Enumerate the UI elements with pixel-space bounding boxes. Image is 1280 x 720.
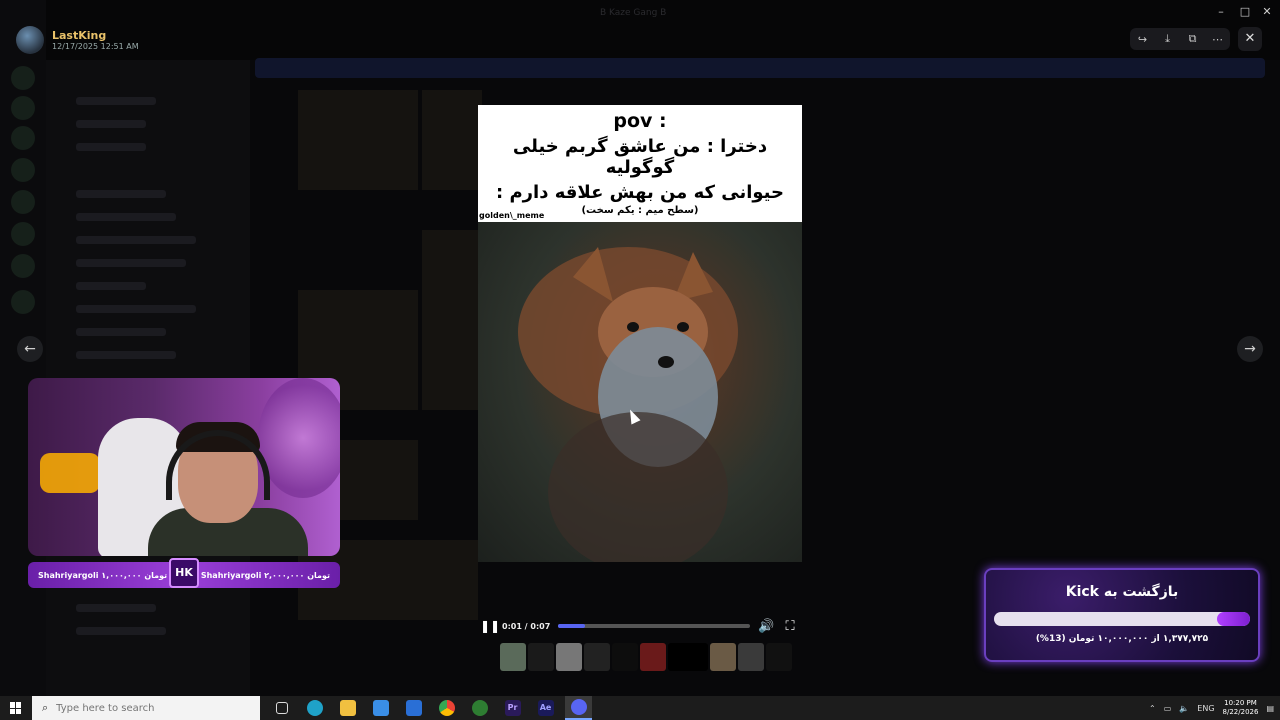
more-icon[interactable]: ⋯ bbox=[1209, 33, 1227, 46]
avatar[interactable] bbox=[16, 26, 44, 54]
clock-date: 8/22/2026 bbox=[1222, 708, 1259, 716]
server-icon[interactable] bbox=[11, 190, 35, 214]
donation-right: Shahriyargoli ۲,۰۰۰,۰۰۰ تومان bbox=[200, 570, 330, 580]
video-player[interactable]: pov : دخترا : من عاشق گربم خیلی گوگولیه … bbox=[478, 105, 802, 562]
upload-timestamp: 12/17/2025 12:51 AM bbox=[52, 42, 139, 51]
server-icon[interactable] bbox=[11, 126, 35, 150]
store-icon[interactable] bbox=[367, 696, 394, 720]
forward-icon[interactable]: ↪ bbox=[1134, 33, 1152, 46]
kick-goal-stats: ۱,۳۷۷,۷۲۵ از ۱۰,۰۰۰,۰۰۰ تومان (13%) bbox=[1035, 634, 1209, 644]
video-controls: ❚❚ 0:01 / 0:07 🔊 ⛶ bbox=[480, 617, 798, 635]
caption-line-2: حیوانی که من بهش علاقه دارم : bbox=[496, 182, 784, 203]
edge-icon[interactable] bbox=[301, 696, 328, 720]
chrome-icon[interactable] bbox=[433, 696, 460, 720]
mail-icon[interactable] bbox=[400, 696, 427, 720]
server-icon[interactable] bbox=[11, 158, 35, 182]
video-frame bbox=[478, 222, 802, 562]
media-thumbnail[interactable] bbox=[612, 643, 638, 671]
discord-media-viewer: B Kaze Gang B – □ ✕ LastKing 12/17/2025 … bbox=[0, 0, 1280, 696]
media-thumbnail[interactable] bbox=[766, 643, 792, 671]
server-icon[interactable] bbox=[11, 66, 35, 90]
previous-media-button[interactable]: ← bbox=[17, 336, 43, 362]
media-toolbar: ↪ ⤓ ⧉ ⋯ bbox=[1130, 28, 1230, 50]
media-thumbnail[interactable] bbox=[528, 643, 554, 671]
fullscreen-icon[interactable]: ⛶ bbox=[782, 619, 798, 634]
uploader-info: LastKing 12/17/2025 12:51 AM bbox=[16, 26, 139, 54]
search-icon: ⌕ bbox=[42, 701, 49, 714]
media-thumbnails bbox=[500, 643, 792, 671]
taskbar-apps: Pr Ae bbox=[260, 696, 592, 720]
media-thumbnail[interactable] bbox=[668, 643, 708, 671]
maximize-icon[interactable]: □ bbox=[1236, 4, 1254, 20]
pause-icon[interactable]: ❚❚ bbox=[480, 619, 500, 633]
open-external-icon[interactable]: ⧉ bbox=[1184, 32, 1202, 46]
language-indicator[interactable]: ENG bbox=[1197, 704, 1214, 713]
donation-left: Shahriyargoli ۱,۰۰۰,۰۰۰ تومان bbox=[38, 570, 168, 580]
media-thumbnail[interactable] bbox=[640, 643, 666, 671]
caption-line-1: دخترا : من عاشق گربم خیلی گوگولیه bbox=[512, 136, 768, 178]
seek-bar[interactable] bbox=[558, 624, 750, 628]
media-thumbnail[interactable] bbox=[500, 643, 526, 671]
watermark: golden\_meme bbox=[479, 211, 545, 220]
media-thumbnail[interactable] bbox=[584, 643, 610, 671]
search-input[interactable] bbox=[56, 702, 237, 714]
media-thumbnail[interactable] bbox=[738, 643, 764, 671]
tray-chevron-icon[interactable]: ⌃ bbox=[1149, 704, 1156, 713]
file-explorer-icon[interactable] bbox=[334, 696, 361, 720]
window-close-icon[interactable]: ✕ bbox=[1258, 4, 1276, 20]
notice-banner bbox=[255, 58, 1265, 78]
seek-bar-fill bbox=[558, 624, 586, 628]
discord-icon[interactable] bbox=[565, 696, 592, 720]
app-icon[interactable] bbox=[466, 696, 493, 720]
caption-pov: pov : bbox=[613, 110, 667, 132]
volume-tray-icon[interactable]: 🔈 bbox=[1179, 704, 1189, 713]
donation-ticker: Shahriyargoli ۱,۰۰۰,۰۰۰ تومان HK Shahriy… bbox=[28, 558, 340, 588]
minimize-icon[interactable]: – bbox=[1212, 4, 1230, 20]
windows-taskbar: ⌕ Pr Ae ⌃ ▭ 🔈 ENG 10:20 PM 8/22/2026 ▤ bbox=[0, 696, 1280, 720]
taskbar-clock[interactable]: 10:20 PM 8/22/2026 bbox=[1223, 699, 1259, 717]
streamer-badge: HK bbox=[169, 558, 199, 588]
server-icon[interactable] bbox=[11, 290, 35, 314]
playback-time: 0:01 / 0:07 bbox=[502, 621, 551, 631]
server-icon[interactable] bbox=[11, 96, 35, 120]
notifications-icon[interactable]: ▤ bbox=[1266, 704, 1274, 713]
uploader-name: LastKing bbox=[52, 29, 107, 42]
window-title: B Kaze Gang B bbox=[600, 8, 667, 18]
windows-icon bbox=[10, 702, 22, 714]
kick-goal-fill bbox=[1216, 612, 1250, 626]
fox-image bbox=[518, 247, 738, 562]
server-icon[interactable] bbox=[11, 222, 35, 246]
taskbar-search[interactable]: ⌕ bbox=[32, 696, 260, 720]
meme-caption: pov : دخترا : من عاشق گربم خیلی گوگولیه … bbox=[478, 105, 802, 222]
network-icon[interactable]: ▭ bbox=[1164, 704, 1172, 713]
close-icon[interactable]: ✕ bbox=[1238, 27, 1262, 51]
task-view-icon[interactable] bbox=[268, 696, 295, 720]
kick-goal-widget: بازگشت به Kick ۱,۳۷۷,۷۲۵ از ۱۰,۰۰۰,۰۰۰ ت… bbox=[984, 568, 1260, 662]
volume-icon[interactable]: 🔊 bbox=[758, 619, 774, 634]
download-icon[interactable]: ⤓ bbox=[1159, 32, 1177, 46]
next-media-button[interactable]: → bbox=[1237, 336, 1263, 362]
start-button[interactable] bbox=[0, 696, 32, 720]
system-tray: ⌃ ▭ 🔈 ENG 10:20 PM 8/22/2026 ▤ bbox=[1149, 696, 1280, 720]
kick-goal-bar bbox=[994, 612, 1250, 626]
clock-time: 10:20 PM bbox=[1224, 699, 1257, 707]
premiere-icon[interactable]: Pr bbox=[499, 696, 526, 720]
server-icon[interactable] bbox=[11, 254, 35, 278]
media-thumbnail[interactable] bbox=[710, 643, 736, 671]
kick-goal-title: بازگشت به Kick bbox=[1065, 584, 1179, 600]
after-effects-icon[interactable]: Ae bbox=[532, 696, 559, 720]
media-thumbnail[interactable] bbox=[556, 643, 582, 671]
streamer-webcam bbox=[28, 378, 340, 556]
